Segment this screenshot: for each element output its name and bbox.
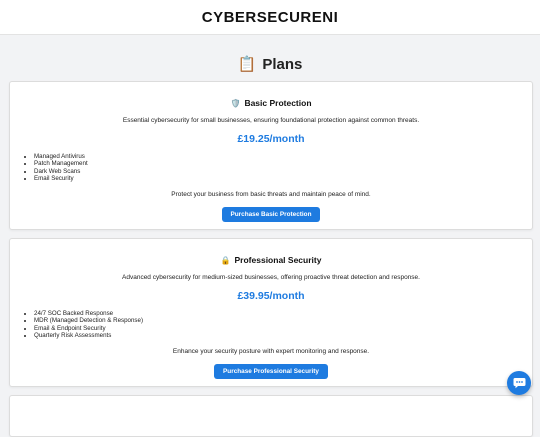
plan-card-professional: 🔒 Professional Security Advanced cyberse… xyxy=(9,238,533,387)
top-bar: CYBERSECURENI xyxy=(0,0,540,35)
plan-title: 🔒 Professional Security xyxy=(10,255,532,265)
plan-features: Managed Antivirus Patch Management Dark … xyxy=(10,153,532,183)
plan-title: 🛡️ Basic Protection xyxy=(10,98,532,108)
feature-item: Dark Web Scans xyxy=(34,168,532,175)
plan-name: Basic Protection xyxy=(244,98,312,108)
purchase-professional-button[interactable]: Purchase Professional Security xyxy=(214,363,328,379)
chat-button[interactable] xyxy=(507,371,531,395)
plan-card-basic: 🛡️ Basic Protection Essential cybersecur… xyxy=(9,81,533,230)
feature-item: Quarterly Risk Assessments xyxy=(34,332,532,339)
shield-icon: 🛡️ xyxy=(230,98,241,108)
brand-logo[interactable]: CYBERSECURENI xyxy=(202,9,339,26)
feature-item: Email & Endpoint Security xyxy=(34,325,532,332)
plan-card-next xyxy=(9,395,533,437)
plan-name: Professional Security xyxy=(234,255,322,265)
feature-item: MDR (Managed Detection & Response) xyxy=(34,317,532,324)
feature-item: Managed Antivirus xyxy=(34,153,532,160)
feature-item: Email Security xyxy=(34,175,532,182)
plan-price: £39.95/month xyxy=(237,290,305,302)
plan-features: 24/7 SOC Backed Response MDR (Managed De… xyxy=(10,310,532,340)
plan-price: £19.25/month xyxy=(237,133,305,145)
purchase-basic-button[interactable]: Purchase Basic Protection xyxy=(221,206,321,222)
plan-tagline: Protect your business from basic threats… xyxy=(171,190,371,198)
feature-item: Patch Management xyxy=(34,160,532,167)
plan-description: Essential cybersecurity for small busine… xyxy=(122,117,420,124)
chat-bubble-icon xyxy=(513,378,525,389)
lock-icon: 🔒 xyxy=(220,255,231,265)
feature-item: 24/7 SOC Backed Response xyxy=(34,310,532,317)
page-title: 📋 Plans xyxy=(0,52,540,76)
plan-tagline: Enhance your security posture with exper… xyxy=(172,347,370,355)
plan-description: Advanced cybersecurity for medium-sized … xyxy=(122,274,420,281)
clipboard-icon: 📋 xyxy=(237,56,257,73)
page-title-text: Plans xyxy=(262,55,303,73)
